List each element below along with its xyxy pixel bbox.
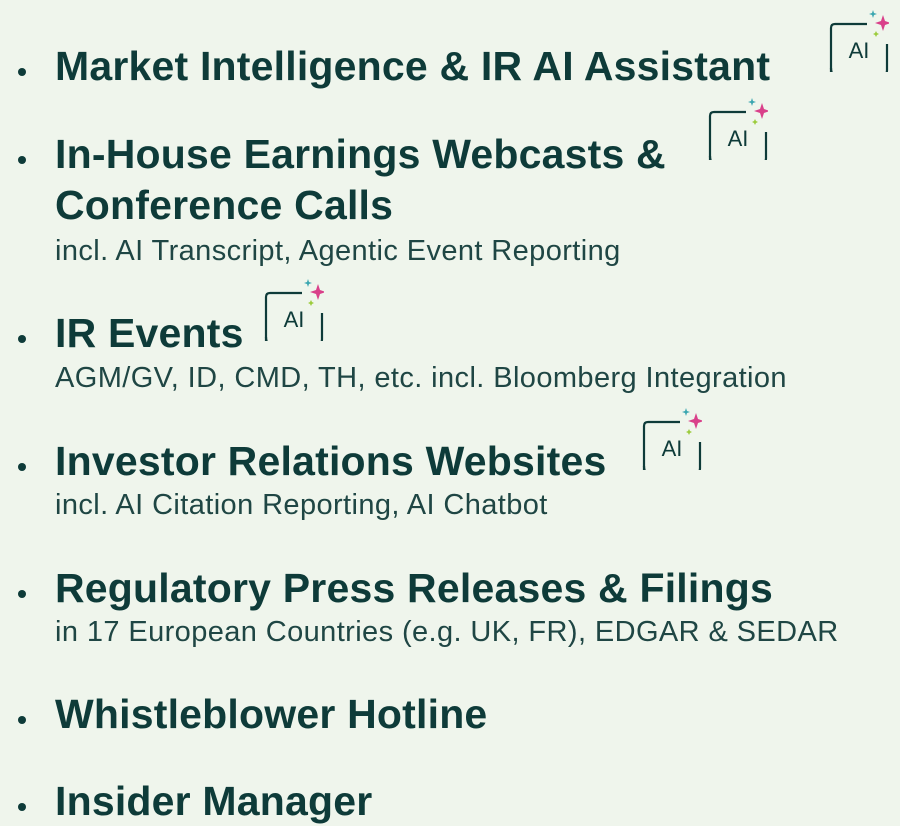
- bullet: [18, 335, 26, 343]
- ai-badge-icon: AI: [642, 408, 702, 470]
- bullet: [18, 716, 26, 724]
- item-title: IR Events: [55, 310, 244, 356]
- item-subtitle: incl. AI Transcript, Agentic Event Repor…: [55, 235, 621, 267]
- ai-badge-icon: AI: [264, 279, 324, 341]
- item-title: Insider Manager: [55, 778, 373, 824]
- svg-text:AI: AI: [284, 307, 305, 332]
- item-title: Investor Relations Websites: [55, 438, 607, 484]
- item-subtitle: AGM/GV, ID, CMD, TH, etc. incl. Bloomber…: [55, 362, 787, 394]
- item-title-line-1: In-House Earnings Webcasts &: [55, 131, 666, 177]
- item-title: Whistleblower Hotline: [55, 691, 488, 737]
- svg-text:AI: AI: [662, 436, 683, 461]
- item-title: Market Intelligence & IR AI Assistant: [55, 43, 771, 89]
- bullet: [18, 156, 26, 164]
- ai-badge-icon: AI: [708, 98, 768, 160]
- item-subtitle: in 17 European Countries (e.g. UK, FR), …: [55, 616, 839, 648]
- svg-text:AI: AI: [728, 126, 749, 151]
- ai-badge-icon: AI: [829, 10, 889, 72]
- item-subtitle: incl. AI Citation Reporting, AI Chatbot: [55, 489, 548, 521]
- svg-text:AI: AI: [849, 38, 870, 63]
- bullet: [18, 68, 26, 76]
- bullet: [18, 803, 26, 811]
- bullet: [18, 590, 26, 598]
- bullet: [18, 463, 26, 471]
- item-title-line-2: Conference Calls: [55, 182, 394, 228]
- item-title: Regulatory Press Releases & Filings: [55, 565, 773, 611]
